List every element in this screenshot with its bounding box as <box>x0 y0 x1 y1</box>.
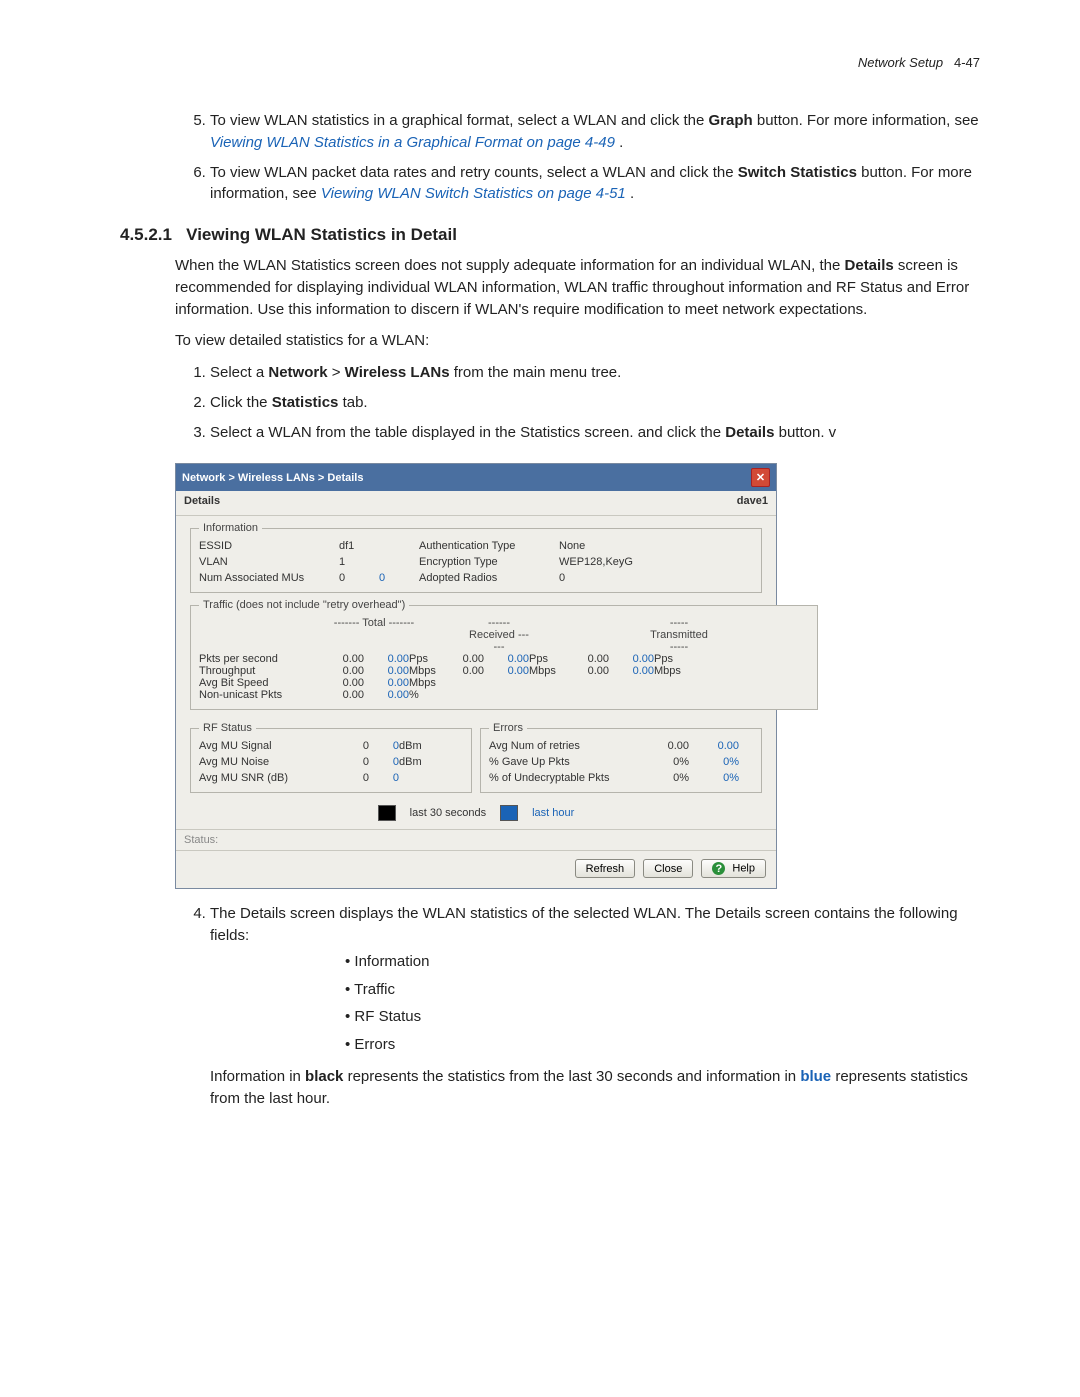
traffic-row: Pkts per second 0.00 0.00 Pps 0.00 0.00 … <box>199 653 809 665</box>
fields-bullets: Information Traffic RF Status Errors <box>345 951 980 1056</box>
pre-section-steps: To view WLAN statistics in a graphical f… <box>100 110 980 205</box>
link-graphical-format[interactable]: Viewing WLAN Statistics in a Graphical F… <box>210 134 615 151</box>
close-icon[interactable]: ✕ <box>751 468 770 487</box>
help-icon: ? <box>712 862 725 875</box>
status-bar: Status: <box>176 829 776 851</box>
dialog-breadcrumb: Network > Wireless LANs > Details <box>182 472 363 484</box>
black-label: black <box>305 1068 343 1085</box>
bullet-traffic: Traffic <box>345 979 980 1001</box>
bullet-information: Information <box>345 951 980 973</box>
details-label: Details <box>845 257 894 274</box>
blue-label: blue <box>800 1068 831 1085</box>
section-para-2: To view detailed statistics for a WLAN: <box>175 330 980 352</box>
proc-step-3: Select a WLAN from the table displayed i… <box>210 422 980 444</box>
bullet-errors: Errors <box>345 1034 980 1056</box>
dialog-subhead: Details dave1 <box>176 491 776 516</box>
book-title: Network Setup <box>858 55 943 70</box>
graph-label: Graph <box>709 112 753 129</box>
traffic-row: Throughput 0.00 0.00 Mbps 0.00 0.00 Mbps… <box>199 665 809 677</box>
close-button[interactable]: Close <box>643 859 693 878</box>
procedure-steps-cont: The Details screen displays the WLAN sta… <box>100 903 980 1109</box>
rf-status-fieldset: RF Status Avg MU Signal 0 0 dBm Avg MU N… <box>190 722 472 793</box>
traffic-row: Non-unicast Pkts 0.00 0.00 % <box>199 689 809 701</box>
running-head: Network Setup 4-47 <box>100 55 980 70</box>
errors-fieldset: Errors Avg Num of retries 0.00 0.00 % Ga… <box>480 722 762 793</box>
link-switch-stats[interactable]: Viewing WLAN Switch Statistics on page 4… <box>321 185 626 202</box>
procedure-steps: Select a Network > Wireless LANs from th… <box>100 362 980 443</box>
section-para-1: When the WLAN Statistics screen does not… <box>175 255 980 320</box>
proc-step-2: Click the Statistics tab. <box>210 392 980 414</box>
swatch-black-icon <box>378 805 396 821</box>
bullet-rf-status: RF Status <box>345 1006 980 1028</box>
refresh-button[interactable]: Refresh <box>575 859 636 878</box>
traffic-fieldset: Traffic (does not include "retry overhea… <box>190 599 818 710</box>
proc-step-4: The Details screen displays the WLAN sta… <box>210 903 980 1109</box>
page: Network Setup 4-47 To view WLAN statisti… <box>0 0 1080 1209</box>
information-fieldset: Information ESSID df1 Authentication Typ… <box>190 522 762 593</box>
dialog-buttons: Refresh Close ? Help <box>176 851 776 888</box>
details-dialog: Network > Wireless LANs > Details ✕ Deta… <box>175 463 777 889</box>
step-5: To view WLAN statistics in a graphical f… <box>210 110 980 154</box>
swatch-blue-icon <box>500 805 518 821</box>
traffic-row: Avg Bit Speed 0.00 0.00 Mbps <box>199 677 809 689</box>
section-heading: 4.5.2.1 Viewing WLAN Statistics in Detai… <box>120 225 980 245</box>
switch-stats-label: Switch Statistics <box>738 164 857 181</box>
proc-step-1: Select a Network > Wireless LANs from th… <box>210 362 980 384</box>
help-button[interactable]: ? Help <box>701 859 766 878</box>
step-6: To view WLAN packet data rates and retry… <box>210 162 980 206</box>
color-legend: last 30 seconds last hour <box>186 799 766 823</box>
dialog-titlebar: Network > Wireless LANs > Details ✕ <box>176 464 776 491</box>
page-number: 4-47 <box>954 55 980 70</box>
